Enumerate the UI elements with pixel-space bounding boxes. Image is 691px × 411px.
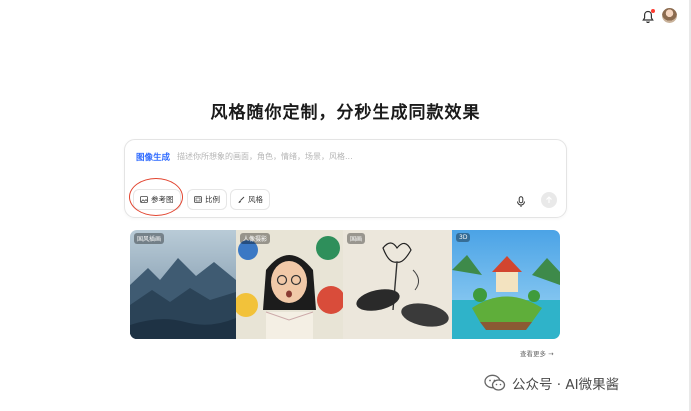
brush-icon <box>238 196 245 203</box>
style-button[interactable]: 风格 <box>230 189 270 210</box>
avatar[interactable] <box>662 8 677 23</box>
microphone-icon[interactable] <box>516 193 526 207</box>
ink-lotus-image <box>343 230 452 339</box>
card-tag: 人像摄影 <box>240 233 271 244</box>
watermark-text: 公众号 · AI微果酱 <box>512 377 620 393</box>
prompt-composer: 图像生成 描述你所想象的画面，角色，情绪，场景，风格... 参考图 比例 风格 <box>124 139 567 218</box>
mode-tab-image-generation[interactable]: 图像生成 <box>136 151 170 163</box>
chip-label: 比例 <box>205 195 220 204</box>
bell-icon[interactable] <box>642 8 655 23</box>
top-bar <box>642 8 677 23</box>
3d-island-image <box>452 230 560 339</box>
chip-label: 参考图 <box>151 195 174 204</box>
card-tag: 国风插画 <box>134 233 165 244</box>
portrait-photo-image <box>236 230 343 339</box>
gallery-card[interactable]: 国画 <box>343 230 452 339</box>
reference-image-button[interactable]: 参考图 <box>133 189 181 210</box>
page-title: 风格随你定制，分秒生成同款效果 <box>210 103 481 123</box>
aspect-ratio-icon <box>194 196 202 203</box>
gallery-card[interactable]: 3D <box>452 230 560 339</box>
arrow-up-icon <box>546 196 552 203</box>
send-button[interactable] <box>541 192 557 208</box>
image-icon <box>140 196 148 203</box>
watermark: 公众号 · AI微果酱 <box>484 373 619 393</box>
notification-dot <box>651 8 655 13</box>
prompt-input[interactable]: 描述你所想象的画面，角色，情绪，场景，风格... <box>177 151 353 162</box>
view-more-link[interactable]: 查看更多 → <box>520 348 554 358</box>
card-tag: 国画 <box>347 233 366 244</box>
aspect-ratio-button[interactable]: 比例 <box>187 189 227 210</box>
gallery-card[interactable]: 国风插画 <box>130 230 236 339</box>
card-tag: 3D <box>456 233 471 242</box>
chip-label: 风格 <box>248 195 263 204</box>
wechat-icon <box>484 374 506 391</box>
gallery-card[interactable]: 人像摄影 <box>236 230 343 339</box>
ink-landscape-image <box>130 230 236 339</box>
example-gallery: 国风插画 人像摄影 国画 3D <box>130 230 560 339</box>
